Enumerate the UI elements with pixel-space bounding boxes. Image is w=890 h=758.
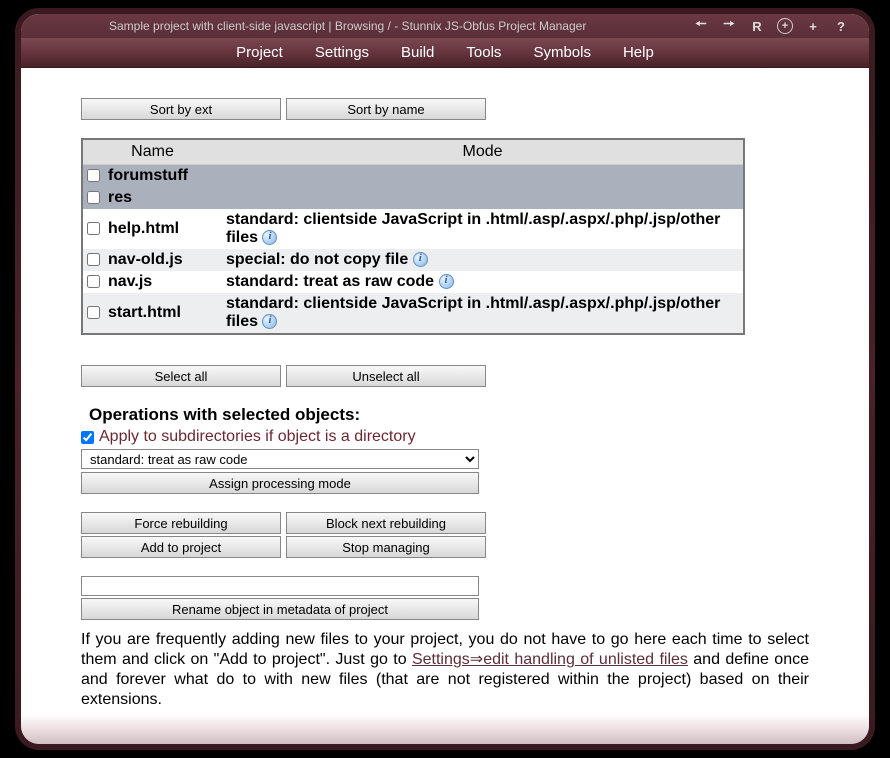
row-name[interactable]: start.html xyxy=(104,293,222,334)
row-name[interactable]: res xyxy=(104,187,222,209)
apply-subdir-checkbox[interactable] xyxy=(81,431,94,444)
menu-project[interactable]: Project xyxy=(236,44,283,61)
row-checkbox[interactable] xyxy=(87,191,100,204)
apply-subdir-row[interactable]: Apply to subdirectories if object is a d… xyxy=(81,428,809,446)
apply-subdir-label: Apply to subdirectories if object is a d… xyxy=(99,428,416,446)
menu-help[interactable]: Help xyxy=(623,44,654,61)
select-buttons: Select all Unselect all xyxy=(81,365,809,387)
menubar: Project Settings Build Tools Symbols Hel… xyxy=(21,38,869,68)
plus-icon[interactable]: + xyxy=(805,18,821,34)
titlebar: Sample project with client-side javascri… xyxy=(21,14,869,38)
reload-icon[interactable]: R xyxy=(749,18,765,34)
row-checkbox[interactable] xyxy=(87,253,100,266)
row-mode: standard: treat as raw code xyxy=(222,271,744,293)
operations-header: Operations with selected objects: xyxy=(89,405,809,425)
col-header-mode: Mode xyxy=(222,139,744,165)
titlebar-controls: 🠔 🠖 R + + ? xyxy=(693,18,849,34)
row-checkbox-cell xyxy=(82,165,104,188)
manage-buttons: Add to project Stop managing xyxy=(81,536,809,558)
row-name[interactable]: help.html xyxy=(104,209,222,249)
block-rebuild-button[interactable]: Block next rebuilding xyxy=(286,512,486,534)
table-row: nav.jsstandard: treat as raw code xyxy=(82,271,744,293)
rename-input[interactable] xyxy=(81,576,479,596)
info-icon[interactable] xyxy=(439,274,454,289)
menu-tools[interactable]: Tools xyxy=(466,44,501,61)
stop-managing-button[interactable]: Stop managing xyxy=(286,536,486,558)
info-icon[interactable] xyxy=(262,230,277,245)
table-row: forumstuff xyxy=(82,165,744,188)
mode-select[interactable]: standard: treat as raw code xyxy=(81,449,479,469)
zoom-icon[interactable]: + xyxy=(777,18,793,34)
rename-button[interactable]: Rename object in metadata of project xyxy=(81,598,479,620)
row-checkbox[interactable] xyxy=(87,275,100,288)
row-mode: special: do not copy file xyxy=(222,249,744,271)
table-row: help.htmlstandard: clientside JavaScript… xyxy=(82,209,744,249)
bottom-fade xyxy=(21,714,869,744)
file-table: Name Mode forumstuffreshelp.htmlstandard… xyxy=(81,138,745,335)
menu-settings[interactable]: Settings xyxy=(315,44,369,61)
forward-icon[interactable]: 🠖 xyxy=(721,18,737,34)
row-checkbox-cell xyxy=(82,187,104,209)
table-row: res xyxy=(82,187,744,209)
info-paragraph: If you are frequently adding new files t… xyxy=(81,630,809,710)
add-to-project-button[interactable]: Add to project xyxy=(81,536,281,558)
table-row: nav-old.jsspecial: do not copy file xyxy=(82,249,744,271)
row-checkbox-cell xyxy=(82,271,104,293)
row-mode: standard: clientside JavaScript in .html… xyxy=(222,293,744,334)
rebuild-buttons: Force rebuilding Block next rebuilding xyxy=(81,512,809,534)
row-checkbox[interactable] xyxy=(87,222,100,235)
row-checkbox-cell xyxy=(82,293,104,334)
assign-mode-button[interactable]: Assign processing mode xyxy=(81,472,479,494)
row-checkbox[interactable] xyxy=(87,169,100,182)
menu-symbols[interactable]: Symbols xyxy=(533,44,591,61)
sort-buttons: Sort by ext Sort by name xyxy=(81,98,809,120)
info-icon[interactable] xyxy=(262,314,277,329)
row-checkbox-cell xyxy=(82,209,104,249)
menu-build[interactable]: Build xyxy=(401,44,434,61)
row-checkbox[interactable] xyxy=(87,306,100,319)
table-row: start.htmlstandard: clientside JavaScrip… xyxy=(82,293,744,334)
row-checkbox-cell xyxy=(82,249,104,271)
row-name[interactable]: nav.js xyxy=(104,271,222,293)
row-mode xyxy=(222,165,744,188)
content-area: Sort by ext Sort by name Name Mode forum… xyxy=(21,68,869,714)
force-rebuild-button[interactable]: Force rebuilding xyxy=(81,512,281,534)
sort-by-name-button[interactable]: Sort by name xyxy=(286,98,486,120)
unselect-all-button[interactable]: Unselect all xyxy=(286,365,486,387)
row-name[interactable]: forumstuff xyxy=(104,165,222,188)
row-mode xyxy=(222,187,744,209)
info-icon[interactable] xyxy=(413,252,428,267)
sort-by-ext-button[interactable]: Sort by ext xyxy=(81,98,281,120)
col-header-name: Name xyxy=(82,139,222,165)
help-icon[interactable]: ? xyxy=(833,18,849,34)
row-name[interactable]: nav-old.js xyxy=(104,249,222,271)
select-all-button[interactable]: Select all xyxy=(81,365,281,387)
row-mode: standard: clientside JavaScript in .html… xyxy=(222,209,744,249)
settings-link[interactable]: Settings⇒edit handling of unlisted files xyxy=(412,651,688,668)
window-title: Sample project with client-side javascri… xyxy=(109,19,693,33)
back-icon[interactable]: 🠔 xyxy=(693,18,709,34)
